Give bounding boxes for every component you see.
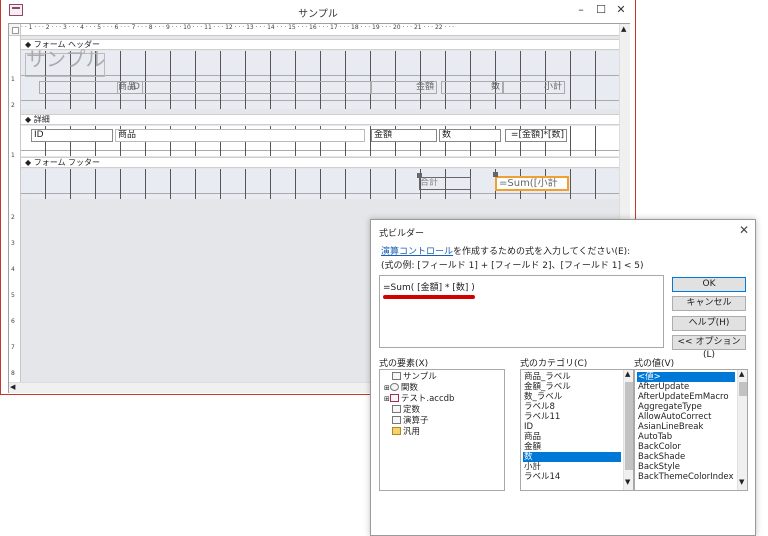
list-item[interactable]: 金額_ラベル xyxy=(523,382,621,392)
expand-icon[interactable]: ⊞ xyxy=(384,384,390,392)
list-item[interactable]: ID xyxy=(523,422,621,432)
values-list[interactable]: <値> AfterUpdate AfterUpdateEmMacro Aggre… xyxy=(634,369,748,491)
list-item[interactable]: ラベル14 xyxy=(523,472,621,482)
tree-item[interactable]: 演算子 xyxy=(380,416,504,427)
operator-icon xyxy=(392,416,401,424)
expression-textarea[interactable]: =Sum( [金額] * [数] ) xyxy=(379,275,664,348)
detail-subtotal-textbox[interactable]: =[金額]*[数] xyxy=(505,129,567,142)
form-footer-section[interactable]: 合計 =Sum([小計 xyxy=(21,169,619,199)
tree-item[interactable]: ⊞ 関数 xyxy=(380,383,504,394)
database-icon xyxy=(389,394,399,402)
move-handle-icon[interactable] xyxy=(417,173,422,178)
maximize-button[interactable]: ☐ xyxy=(594,3,608,17)
detail-product-textbox[interactable]: 商品 xyxy=(115,129,365,142)
detail-qty-textbox[interactable]: 数 xyxy=(439,129,501,142)
header-qty-label[interactable]: 数 xyxy=(441,81,503,94)
scroll-up-icon[interactable]: ▲ xyxy=(621,25,626,33)
list-item[interactable]: BackStyle xyxy=(637,462,735,472)
scroll-left-icon[interactable]: ◀ xyxy=(10,383,15,391)
scroll-down-icon[interactable]: ▼ xyxy=(625,478,630,486)
options-button[interactable]: << オプション(L) xyxy=(672,335,746,360)
logo-label[interactable]: サンプル xyxy=(25,49,105,77)
dialog-instruction: 演算コントロールを作成するための式を入力してください(E): xyxy=(381,247,631,257)
footer-total-label[interactable]: 合計 xyxy=(419,177,471,190)
list-item[interactable]: AllowAutoCorrect xyxy=(637,412,735,422)
function-icon xyxy=(389,383,399,391)
tree-item[interactable]: 定数 xyxy=(380,405,504,416)
list-item[interactable]: ラベル8 xyxy=(523,402,621,412)
minimize-button[interactable]: – xyxy=(574,3,588,17)
section-header-form-header[interactable]: ◆ フォーム ヘッダー xyxy=(21,39,619,50)
header-product-label[interactable]: 商品 xyxy=(117,81,371,94)
list-item[interactable]: AfterUpdateEmMacro xyxy=(637,392,735,402)
dialog-title: 式ビルダー xyxy=(379,229,425,239)
list-item[interactable]: AsianLineBreak xyxy=(637,422,735,432)
footer-sum-textbox[interactable]: =Sum([小計 xyxy=(495,176,569,191)
form-header-section[interactable]: サンプル ID 商品 金額 数 小計 xyxy=(21,49,619,109)
list-item[interactable]: AggregateType xyxy=(637,402,735,412)
constant-icon xyxy=(392,405,401,413)
scroll-thumb[interactable] xyxy=(625,382,633,470)
section-arrow-icon: ◆ xyxy=(25,158,34,167)
horizontal-ruler: · · 1 · · · 2 · · · 3 · · · 4 · · · 5 · … xyxy=(21,24,619,36)
list-item[interactable]: 小計 xyxy=(523,462,621,472)
window-title: サンプル xyxy=(298,9,338,20)
detail-id-textbox[interactable]: ID xyxy=(31,129,113,142)
help-button[interactable]: ヘルプ(H) xyxy=(672,316,746,331)
window-titlebar[interactable]: サンプル – ☐ ✕ xyxy=(1,0,635,22)
list-item-selected[interactable]: <値> xyxy=(637,372,735,382)
scroll-down-icon[interactable]: ▼ xyxy=(739,478,744,486)
list-item[interactable]: BackColor xyxy=(637,442,735,452)
list-item[interactable]: AfterUpdate xyxy=(637,382,735,392)
categories-scrollbar[interactable]: ▲ ▼ xyxy=(623,370,633,490)
list-item[interactable]: ラベル11 xyxy=(523,412,621,422)
list-item[interactable]: BackShade xyxy=(637,452,735,462)
list-item[interactable]: 数_ラベル xyxy=(523,392,621,402)
form-icon xyxy=(392,372,401,380)
elements-tree[interactable]: サンプル ⊞ 関数 ⊞ テスト.accdb 定数 演算子 汎用 xyxy=(379,369,505,491)
cancel-button[interactable]: キャンセル xyxy=(672,296,746,311)
move-handle-icon[interactable] xyxy=(493,172,498,177)
header-amount-label[interactable]: 金額 xyxy=(371,81,437,94)
list-item[interactable]: AutoTab xyxy=(637,432,735,442)
calculated-control-link[interactable]: 演算コントロール xyxy=(381,247,453,257)
header-subtotal-label[interactable]: 小計 xyxy=(503,81,565,94)
tree-item[interactable]: 汎用 xyxy=(380,427,504,438)
form-selector[interactable] xyxy=(9,24,21,36)
list-item-selected[interactable]: 数 xyxy=(523,452,621,462)
dialog-example: (式の例: [フィールド 1] + [フィールド 2]、[フィールド 1] < … xyxy=(381,261,644,271)
detail-amount-textbox[interactable]: 金額 xyxy=(371,129,437,142)
red-underline-annotation xyxy=(383,295,475,299)
scroll-thumb[interactable] xyxy=(739,382,747,396)
ok-button[interactable]: OK xyxy=(672,277,746,292)
vertical-ruler: 1 2 1 2 3 4 5 6 7 8 xyxy=(9,36,21,382)
list-item[interactable]: BackThemeColorIndex xyxy=(637,472,735,482)
section-header-detail[interactable]: ◆ 詳細 xyxy=(21,114,619,125)
section-header-form-footer[interactable]: ◆ フォーム フッター xyxy=(21,157,619,168)
section-arrow-icon: ◆ xyxy=(25,115,34,124)
scroll-up-icon[interactable]: ▲ xyxy=(739,370,744,378)
elements-label: 式の要素(X) xyxy=(379,359,429,369)
close-button[interactable]: ✕ xyxy=(614,3,628,17)
expression-builder-dialog: 式ビルダー ✕ 演算コントロールを作成するための式を入力してください(E): (… xyxy=(370,219,756,536)
categories-label: 式のカテゴリ(C) xyxy=(520,359,588,369)
list-item[interactable]: 金額 xyxy=(523,442,621,452)
tree-item[interactable]: サンプル xyxy=(380,372,504,383)
common-icon xyxy=(392,427,401,435)
list-item[interactable]: 商品_ラベル xyxy=(523,372,621,382)
expression-text: =Sum( [金額] * [数] ) xyxy=(383,283,475,293)
list-item[interactable]: 商品 xyxy=(523,432,621,442)
detail-section[interactable]: ID 商品 金額 数 =[金額]*[数] xyxy=(21,126,619,156)
categories-list[interactable]: 商品_ラベル 金額_ラベル 数_ラベル ラベル8 ラベル11 ID 商品 金額 … xyxy=(520,369,634,491)
dialog-close-icon[interactable]: ✕ xyxy=(739,223,749,237)
tree-item[interactable]: ⊞ テスト.accdb xyxy=(380,394,504,405)
scroll-up-icon[interactable]: ▲ xyxy=(625,370,630,378)
values-label: 式の値(V) xyxy=(634,359,675,369)
values-scrollbar[interactable]: ▲ ▼ xyxy=(737,370,747,490)
